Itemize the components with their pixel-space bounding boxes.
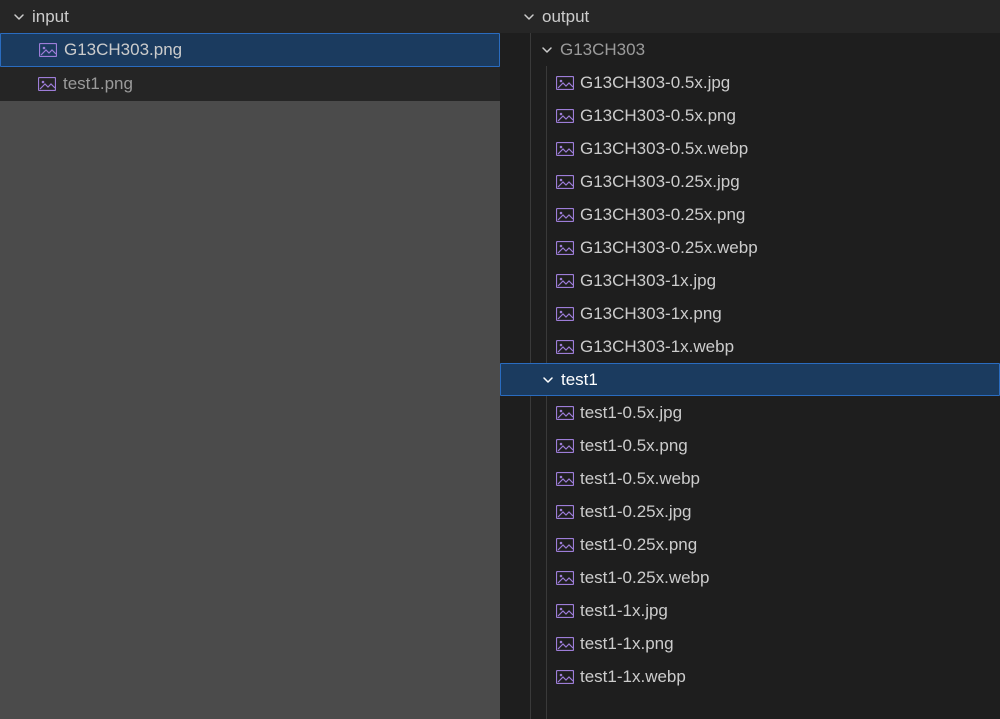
file-row[interactable]: test1-0.25x.jpg — [500, 495, 1000, 528]
file-row[interactable]: G13CH303-1x.png — [500, 297, 1000, 330]
image-file-icon — [556, 636, 574, 652]
image-file-icon — [556, 306, 574, 322]
file-label: G13CH303-0.25x.webp — [580, 238, 758, 258]
file-row[interactable]: test1-1x.jpg — [500, 594, 1000, 627]
image-file-icon — [556, 405, 574, 421]
input-panel: input G13CH303.png test1.png — [0, 0, 500, 719]
image-file-icon — [556, 438, 574, 454]
file-row[interactable]: test1-0.5x.png — [500, 429, 1000, 462]
file-label: test1-0.5x.jpg — [580, 403, 682, 423]
image-file-icon — [556, 174, 574, 190]
file-row[interactable]: G13CH303-1x.jpg — [500, 264, 1000, 297]
folder-label: test1 — [561, 370, 598, 390]
image-file-icon — [556, 504, 574, 520]
folder-row-output[interactable]: output — [500, 0, 1000, 33]
file-label: G13CH303-1x.png — [580, 304, 722, 324]
file-label: test1-1x.png — [580, 634, 674, 654]
file-label: test1.png — [63, 74, 133, 94]
folder-row-input[interactable]: input — [0, 0, 500, 33]
folder-label: input — [32, 7, 69, 27]
image-file-icon — [556, 141, 574, 157]
file-row[interactable]: test1-1x.webp — [500, 660, 1000, 693]
file-row[interactable]: G13CH303.png — [0, 33, 500, 67]
image-file-icon — [556, 570, 574, 586]
file-row[interactable]: G13CH303-0.25x.png — [500, 198, 1000, 231]
file-row[interactable]: G13CH303-0.25x.jpg — [500, 165, 1000, 198]
file-label: G13CH303-1x.webp — [580, 337, 734, 357]
file-label: test1-0.5x.png — [580, 436, 688, 456]
image-file-icon — [556, 240, 574, 256]
file-label: test1-1x.webp — [580, 667, 686, 687]
file-label: G13CH303-0.5x.png — [580, 106, 736, 126]
file-label: G13CH303-0.5x.webp — [580, 139, 748, 159]
image-file-icon — [556, 75, 574, 91]
file-row[interactable]: G13CH303-1x.webp — [500, 330, 1000, 363]
output-tree: G13CH303 G13CH303-0.5x.jpg G13CH303-0.5x… — [500, 33, 1000, 719]
folder-label: output — [542, 7, 589, 27]
file-label: G13CH303-0.25x.jpg — [580, 172, 740, 192]
image-file-icon — [556, 108, 574, 124]
input-file-list: G13CH303.png test1.png — [0, 33, 500, 101]
folder-row[interactable]: G13CH303 — [500, 33, 1000, 66]
file-label: test1-1x.jpg — [580, 601, 668, 621]
file-row[interactable]: test1-0.5x.webp — [500, 462, 1000, 495]
image-file-icon — [556, 273, 574, 289]
chevron-down-icon — [12, 10, 26, 24]
image-file-icon — [556, 471, 574, 487]
file-row[interactable]: G13CH303-0.25x.webp — [500, 231, 1000, 264]
file-row[interactable]: G13CH303-0.5x.png — [500, 99, 1000, 132]
chevron-down-icon — [522, 10, 536, 24]
folder-row[interactable]: test1 — [500, 363, 1000, 396]
image-file-icon — [556, 339, 574, 355]
chevron-down-icon — [541, 373, 555, 387]
file-row[interactable]: test1-1x.png — [500, 627, 1000, 660]
image-file-icon — [556, 537, 574, 553]
image-file-icon — [556, 603, 574, 619]
image-file-icon — [556, 207, 574, 223]
folder-label: G13CH303 — [560, 40, 645, 60]
file-row[interactable]: test1-0.25x.png — [500, 528, 1000, 561]
output-panel: output G13CH303 G13CH303-0.5x.jpg G13CH3… — [500, 0, 1000, 719]
file-label: test1-0.25x.jpg — [580, 502, 692, 522]
file-label: G13CH303-0.25x.png — [580, 205, 745, 225]
file-row[interactable]: G13CH303-0.5x.webp — [500, 132, 1000, 165]
image-file-icon — [556, 669, 574, 685]
file-label: G13CH303-0.5x.jpg — [580, 73, 730, 93]
file-row[interactable]: test1-0.5x.jpg — [500, 396, 1000, 429]
image-file-icon — [39, 42, 57, 58]
file-label: G13CH303-1x.jpg — [580, 271, 716, 291]
image-file-icon — [38, 76, 56, 92]
file-row[interactable]: G13CH303-0.5x.jpg — [500, 66, 1000, 99]
file-label: G13CH303.png — [64, 40, 182, 60]
file-label: test1-0.25x.webp — [580, 568, 709, 588]
file-label: test1-0.5x.webp — [580, 469, 700, 489]
file-row[interactable]: test1-0.25x.webp — [500, 561, 1000, 594]
chevron-down-icon — [540, 43, 554, 57]
file-row[interactable]: test1.png — [0, 67, 500, 101]
file-label: test1-0.25x.png — [580, 535, 697, 555]
